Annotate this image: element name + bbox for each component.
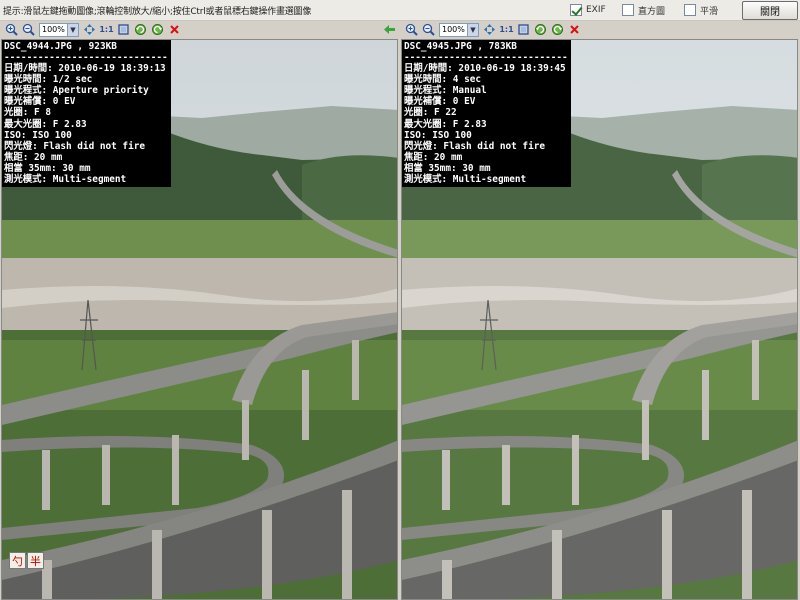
left-exif-separator: ------------------------------------ bbox=[4, 52, 169, 64]
exif-line: 測光模式: Multi-segment bbox=[4, 174, 127, 186]
exif-line: 焦距: 20 mm bbox=[4, 151, 63, 163]
exif-line: 曝光補償: 0 EV bbox=[404, 96, 476, 108]
chevron-down-icon[interactable]: ▼ bbox=[467, 23, 478, 36]
actual-size-icon[interactable]: 1:1 bbox=[498, 22, 515, 37]
actual-size-icon[interactable]: 1:1 bbox=[98, 22, 115, 37]
histogram-checkbox-label: 直方圖 bbox=[638, 6, 666, 17]
exif-line: 測光模式: Multi-segment bbox=[404, 174, 527, 186]
exif-line: 最大光圈: F 2.83 bbox=[4, 118, 87, 130]
right-image-panel[interactable]: DSC_4945.JPG , 783KB -------------------… bbox=[401, 39, 798, 600]
left-exif-title: DSC_4944.JPG , 923KB bbox=[4, 41, 117, 52]
zoom-out-icon[interactable] bbox=[420, 22, 437, 37]
smooth-checkbox-box[interactable] bbox=[684, 4, 696, 16]
left-corner-buttons: 勺 半 bbox=[9, 552, 45, 569]
right-zoom-value: 100% bbox=[442, 25, 465, 34]
left-image-panel[interactable]: DSC_4944.JPG , 923KB -------------------… bbox=[1, 39, 398, 600]
hint-text: 提示:滑鼠左鍵拖動圖像;滾輪控制放大/縮小;按住Ctrl或者鼠標右鍵操作畫選圖像 bbox=[3, 7, 312, 17]
exif-line: 閃光燈: Flash did not fire bbox=[404, 140, 546, 152]
smooth-checkbox[interactable]: 平滑 bbox=[684, 3, 718, 17]
rotate-right-icon[interactable] bbox=[549, 22, 566, 37]
rotate-left-icon[interactable] bbox=[532, 22, 549, 37]
arrow-left-icon[interactable] bbox=[381, 22, 398, 37]
exif-line: ISO: ISO 100 bbox=[404, 129, 472, 141]
left-toolbar: 100% ▼ 1:1 bbox=[3, 21, 183, 38]
right-exif-title: DSC_4945.JPG , 783KB bbox=[404, 41, 517, 52]
exif-checkbox-box[interactable] bbox=[570, 4, 582, 16]
exif-line: 日期/時間: 2010-06-19 18:39:45 bbox=[404, 63, 566, 75]
exif-line: 閃光燈: Flash did not fire bbox=[4, 140, 146, 152]
rotate-right-icon[interactable] bbox=[149, 22, 166, 37]
fit-icon[interactable] bbox=[81, 22, 98, 37]
zoom-in-icon[interactable] bbox=[403, 22, 420, 37]
exif-line: 焦距: 20 mm bbox=[404, 151, 463, 163]
exif-line: 光圈: F 22 bbox=[404, 107, 457, 119]
exif-line: ISO: ISO 100 bbox=[4, 129, 72, 141]
histogram-checkbox-box[interactable] bbox=[622, 4, 634, 16]
exif-line: 相當 35mm: 30 mm bbox=[404, 162, 491, 174]
left-zoom-value: 100% bbox=[42, 25, 65, 34]
fit-icon[interactable] bbox=[481, 22, 498, 37]
zoom-out-icon[interactable] bbox=[20, 22, 37, 37]
histogram-checkbox[interactable]: 直方圖 bbox=[622, 3, 665, 17]
smooth-checkbox-label: 平滑 bbox=[700, 6, 719, 17]
exif-line: 最大光圈: F 2.83 bbox=[404, 118, 487, 130]
delete-icon[interactable] bbox=[566, 22, 583, 37]
exif-line: 日期/時間: 2010-06-19 18:39:13 bbox=[4, 63, 166, 75]
zoom-in-icon[interactable] bbox=[3, 22, 20, 37]
exif-line: 相當 35mm: 30 mm bbox=[4, 162, 91, 174]
exif-line: 曝光程式: Manual bbox=[404, 85, 487, 97]
corner-button-2[interactable]: 半 bbox=[27, 552, 44, 569]
rotate-left-icon[interactable] bbox=[132, 22, 149, 37]
exif-line: 曝光程式: Aperture priority bbox=[4, 85, 149, 97]
close-button[interactable]: 關閉 bbox=[742, 1, 798, 20]
fullscreen-icon[interactable] bbox=[515, 22, 532, 37]
exif-line: 曝光時間: 1/2 sec bbox=[4, 74, 93, 86]
top-bar: 提示:滑鼠左鍵拖動圖像;滾輪控制放大/縮小;按住Ctrl或者鼠標右鍵操作畫選圖像… bbox=[0, 0, 800, 21]
corner-button-1[interactable]: 勺 bbox=[9, 552, 26, 569]
exif-checkbox[interactable]: EXIF bbox=[570, 3, 606, 17]
delete-icon[interactable] bbox=[166, 22, 183, 37]
right-exif-overlay: DSC_4945.JPG , 783KB -------------------… bbox=[402, 40, 571, 188]
right-exif-separator: ------------------------------------ bbox=[404, 52, 569, 64]
exif-line: 曝光補償: 0 EV bbox=[4, 96, 76, 108]
fullscreen-icon[interactable] bbox=[115, 22, 132, 37]
exif-line: 光圈: F 8 bbox=[4, 107, 51, 119]
back-arrow-area bbox=[381, 21, 398, 38]
chevron-down-icon[interactable]: ▼ bbox=[67, 23, 78, 36]
right-toolbar: 100% ▼ 1:1 bbox=[403, 21, 583, 38]
left-zoom-select[interactable]: 100% ▼ bbox=[39, 22, 79, 37]
left-exif-overlay: DSC_4944.JPG , 923KB -------------------… bbox=[2, 40, 171, 188]
exif-checkbox-label: EXIF bbox=[586, 5, 606, 15]
exif-line: 曝光時間: 4 sec bbox=[404, 74, 482, 86]
right-zoom-select[interactable]: 100% ▼ bbox=[439, 22, 479, 37]
